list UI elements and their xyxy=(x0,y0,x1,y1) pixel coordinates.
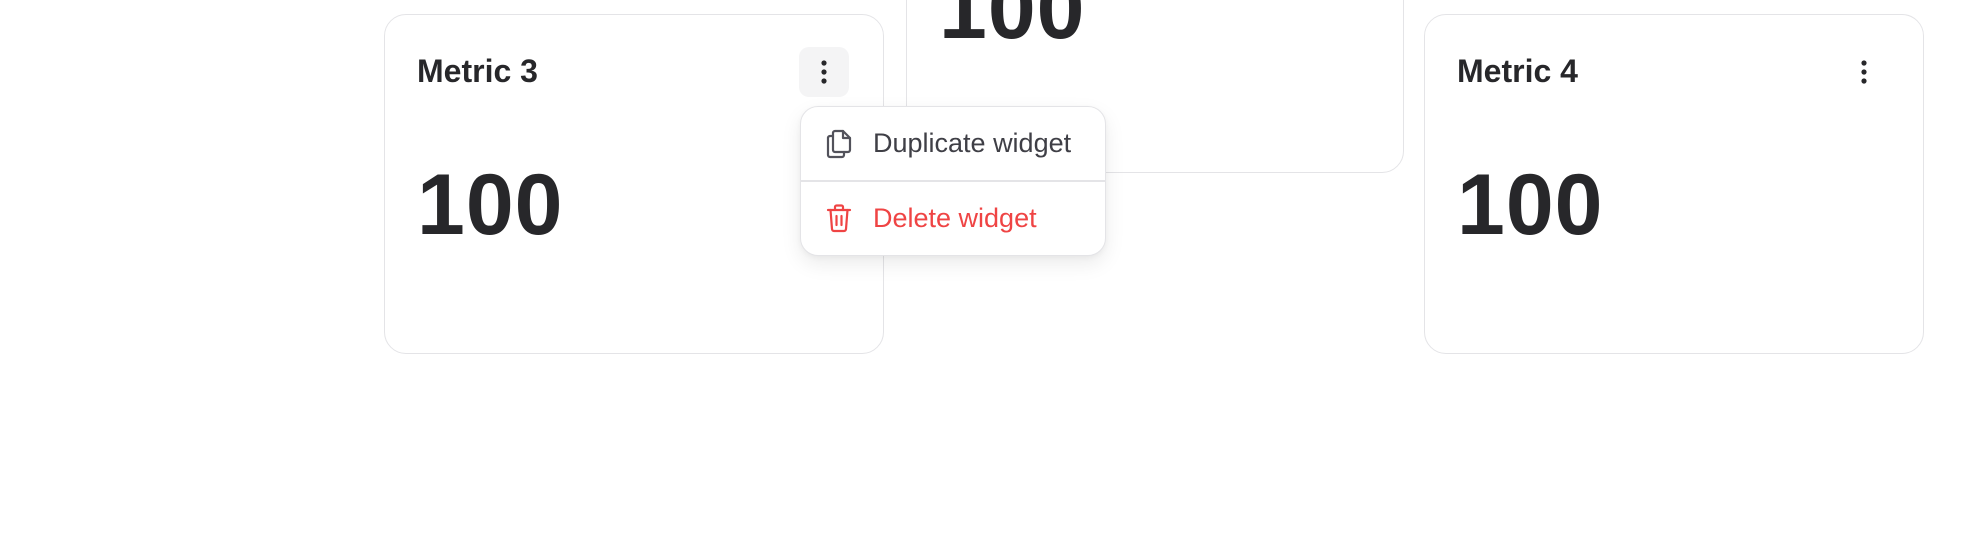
menu-item-label: Delete widget xyxy=(873,203,1037,233)
vertical-dots-icon xyxy=(821,60,827,84)
widget-menu-button[interactable] xyxy=(1839,47,1889,97)
delete-widget-menu-item[interactable]: Delete widget xyxy=(801,182,1105,254)
metric-value: 100 xyxy=(417,157,564,253)
menu-item-label: Duplicate widget xyxy=(873,128,1072,158)
metric-value: 100 xyxy=(1457,157,1604,253)
dashboard-canvas: 100 Metric 3 100 Metric 4 100 Duplicate … xyxy=(0,0,1968,536)
widget-title: Metric 4 xyxy=(1457,53,1578,89)
widget-menu-button[interactable] xyxy=(799,47,849,97)
widget-title: Metric 3 xyxy=(417,53,538,89)
trash-icon xyxy=(823,202,855,234)
vertical-dots-icon xyxy=(1861,60,1867,84)
metric-widget-card: Metric 4 100 xyxy=(1424,14,1924,354)
metric-value: 100 xyxy=(939,0,1086,57)
duplicate-icon xyxy=(823,127,855,159)
duplicate-widget-menu-item[interactable]: Duplicate widget xyxy=(801,107,1105,179)
widget-dropdown-menu: Duplicate widget Delete widget xyxy=(800,106,1106,256)
